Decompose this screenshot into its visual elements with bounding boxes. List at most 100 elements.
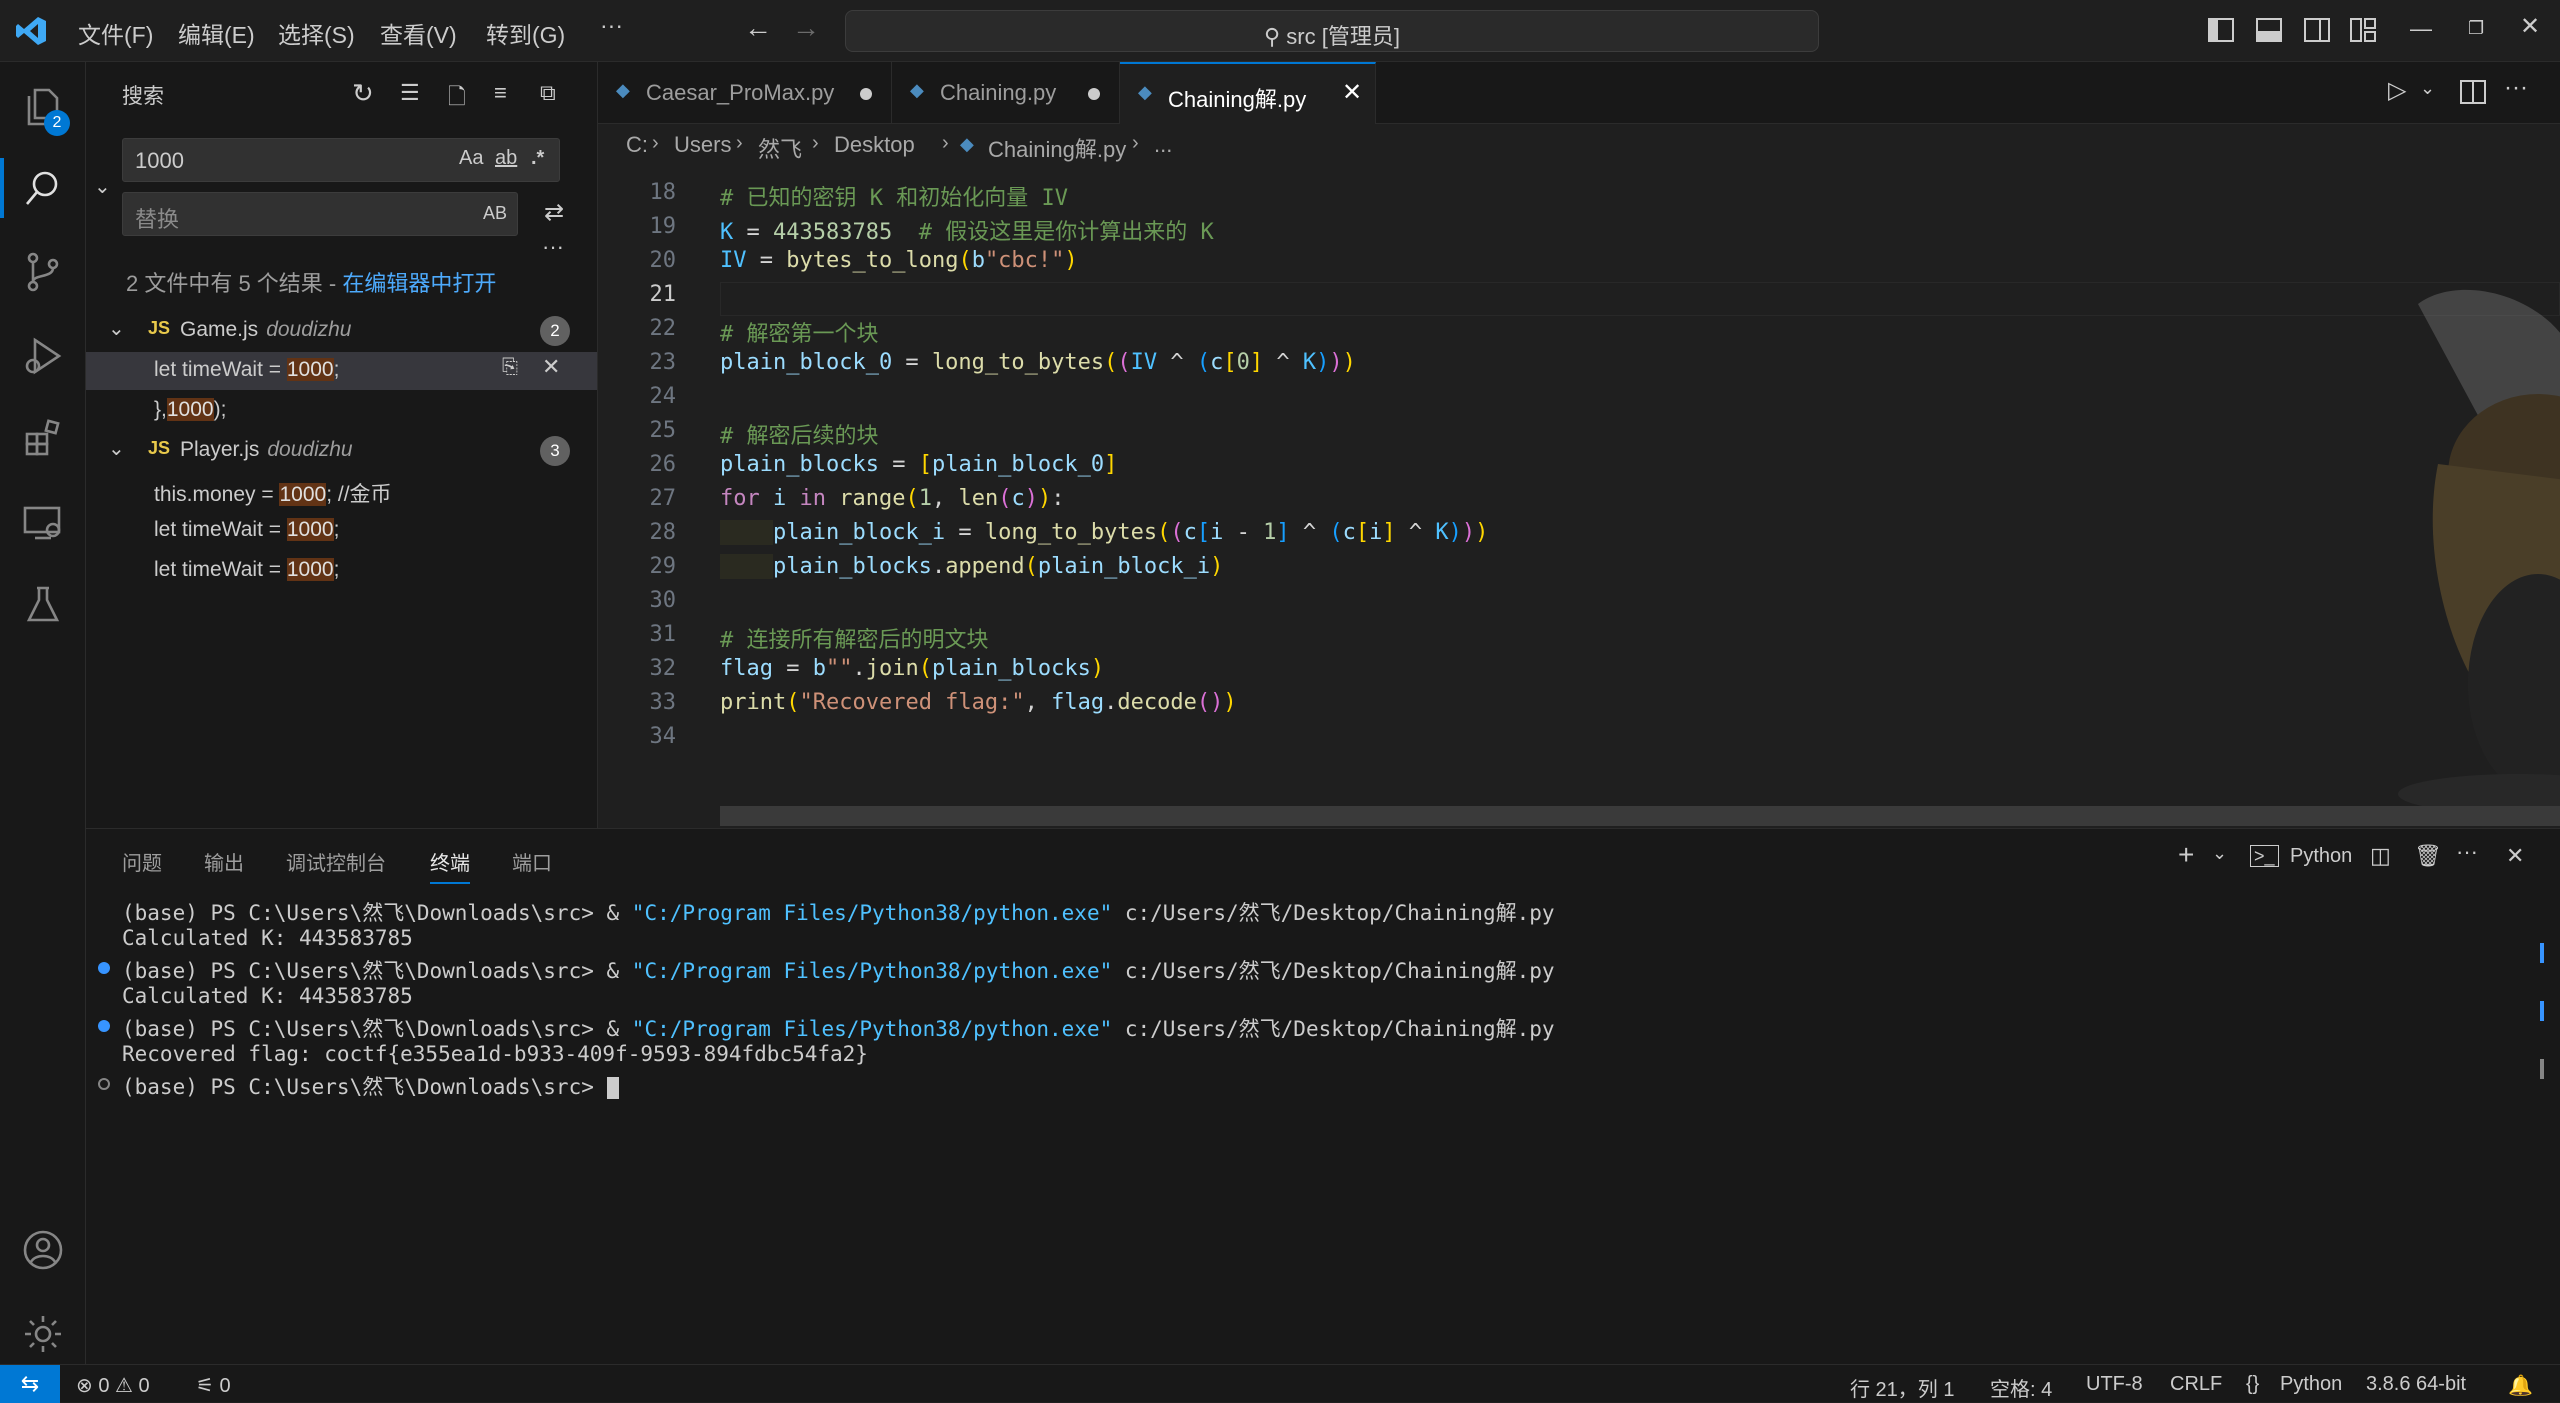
search-view-button[interactable] bbox=[0, 148, 86, 228]
search-input-value: 1000 bbox=[135, 148, 184, 173]
unsaved-dot-icon[interactable] bbox=[1088, 88, 1100, 100]
breadcrumb-item[interactable]: ... bbox=[1154, 132, 1172, 158]
tab-ports[interactable]: 端口 bbox=[512, 847, 552, 876]
toggle-panel-icon[interactable] bbox=[2256, 18, 2282, 42]
match-row[interactable]: let timeWait = 1000; ⎘ ✕ bbox=[86, 352, 597, 390]
view-as-tree-icon[interactable]: ≡ bbox=[494, 80, 507, 106]
search-details-more[interactable]: ··· bbox=[542, 234, 564, 260]
customize-layout-icon[interactable] bbox=[2350, 18, 2376, 42]
explorer-button[interactable]: 2 bbox=[0, 66, 86, 146]
refresh-icon[interactable]: ↻ bbox=[352, 78, 374, 109]
command-success-dot-icon[interactable] bbox=[98, 1020, 110, 1032]
tab-chaining-jie[interactable]: ◆ Chaining解.py ✕ bbox=[1120, 62, 1376, 124]
terminal-line[interactable]: (base) PS C:\Users\然飞\Downloads\src> bbox=[122, 1071, 619, 1101]
problems-status[interactable]: ⊗ 0 ⚠ 0 bbox=[76, 1373, 150, 1398]
extensions-button[interactable] bbox=[0, 398, 86, 478]
testing-button[interactable] bbox=[0, 564, 86, 644]
remote-explorer-button[interactable] bbox=[0, 482, 86, 562]
match-row[interactable]: },1000); bbox=[86, 392, 597, 430]
restore-icon[interactable]: ❐ bbox=[2468, 18, 2484, 39]
run-debug-button[interactable] bbox=[0, 316, 86, 396]
run-dropdown-chevron-icon[interactable]: ⌄ bbox=[2420, 78, 2435, 99]
breadcrumb-item[interactable]: Chaining解.py bbox=[988, 132, 1126, 164]
toggle-replace-chevron-icon[interactable]: ⌄ bbox=[94, 174, 111, 199]
cursor-position[interactable]: 行 21，列 1 bbox=[1850, 1373, 1954, 1402]
collapse-all-icon[interactable]: ⧉ bbox=[540, 80, 556, 106]
replace-all-icon[interactable]: ⇄ bbox=[544, 198, 564, 227]
search-input[interactable]: 1000 Aa ab .* bbox=[122, 138, 560, 182]
result-file-player-js[interactable]: ⌄ JS Player.js doudizhu 3 bbox=[86, 432, 597, 470]
python-interpreter[interactable]: 3.8.6 64-bit bbox=[2366, 1373, 2466, 1396]
ports-status[interactable]: ⚟ 0 bbox=[196, 1373, 231, 1398]
editor-more-actions-icon[interactable]: ··· bbox=[2504, 74, 2528, 102]
menu-file[interactable]: 文件(F) bbox=[78, 16, 153, 50]
toggle-secondary-sidebar-icon[interactable] bbox=[2304, 18, 2330, 42]
replace-input[interactable]: 替换 AB bbox=[122, 192, 518, 236]
tab-output[interactable]: 输出 bbox=[204, 847, 244, 876]
dismiss-match-icon[interactable]: ✕ bbox=[542, 354, 560, 380]
tab-problems[interactable]: 问题 bbox=[122, 847, 162, 876]
minimize-icon[interactable]: — bbox=[2410, 16, 2432, 42]
tab-terminal[interactable]: 终端 bbox=[430, 847, 470, 884]
menu-edit[interactable]: 编辑(E) bbox=[178, 16, 255, 50]
accounts-button[interactable] bbox=[0, 1210, 86, 1290]
terminal-kind-label[interactable]: Python bbox=[2290, 845, 2352, 868]
tab-chaining[interactable]: ◆ Chaining.py bbox=[892, 62, 1120, 124]
code-editor[interactable]: 18 19 20 21 22 23 24 25 26 27 28 29 30 3… bbox=[598, 164, 2560, 828]
menu-selection[interactable]: 选择(S) bbox=[278, 16, 355, 50]
breadcrumb-item[interactable]: C: bbox=[626, 132, 648, 158]
command-success-dot-icon[interactable] bbox=[98, 962, 110, 974]
menu-go[interactable]: 转到(G) bbox=[486, 16, 565, 50]
match-whole-word-toggle[interactable]: ab bbox=[495, 147, 517, 170]
open-in-editor-link[interactable]: 在编辑器中打开 bbox=[342, 271, 496, 296]
new-terminal-icon[interactable]: + bbox=[2178, 839, 2194, 871]
close-window-icon[interactable]: ✕ bbox=[2520, 12, 2540, 41]
breadcrumb-item[interactable]: 然飞 bbox=[758, 132, 802, 164]
forward-arrow-icon[interactable]: → bbox=[792, 12, 820, 44]
match-row[interactable]: let timeWait = 1000; bbox=[86, 512, 597, 550]
menu-view[interactable]: 查看(V) bbox=[380, 16, 457, 50]
menu-more[interactable]: ··· bbox=[600, 12, 623, 39]
breadcrumb-item[interactable]: Desktop bbox=[834, 132, 915, 158]
warning-count: 0 bbox=[138, 1375, 150, 1397]
unsaved-dot-icon[interactable] bbox=[860, 88, 872, 100]
close-panel-icon[interactable]: ✕ bbox=[2506, 843, 2524, 869]
manage-button[interactable] bbox=[0, 1294, 86, 1374]
toggle-primary-sidebar-icon[interactable] bbox=[2208, 18, 2234, 42]
command-pending-dot-icon[interactable] bbox=[98, 1078, 110, 1090]
tab-debug-console[interactable]: 调试控制台 bbox=[286, 847, 386, 876]
indentation-status[interactable]: 空格: 4 bbox=[1990, 1373, 2052, 1402]
back-arrow-icon[interactable]: ← bbox=[744, 12, 772, 44]
match-row[interactable]: this.money = 1000; //金币 bbox=[86, 472, 597, 510]
result-file-game-js[interactable]: ⌄ JS Game.js doudizhu 2 bbox=[86, 312, 597, 350]
match-row[interactable]: let timeWait = 1000; bbox=[86, 552, 597, 590]
split-terminal-icon[interactable]: ◫ bbox=[2370, 843, 2391, 869]
source-control-button[interactable] bbox=[0, 232, 86, 312]
tab-caesar-promax[interactable]: ◆ Caesar_ProMax.py bbox=[598, 62, 892, 124]
kill-terminal-trash-icon[interactable]: 🗑 bbox=[2414, 843, 2442, 869]
notifications-bell-icon[interactable]: 🔔 bbox=[2508, 1373, 2533, 1398]
match-case-toggle[interactable]: Aa bbox=[459, 147, 483, 170]
split-editor-icon[interactable] bbox=[2460, 80, 2486, 104]
close-tab-icon[interactable]: ✕ bbox=[1342, 78, 1362, 107]
breadcrumb-item[interactable]: Users bbox=[674, 132, 731, 158]
match-highlight: 1000 bbox=[286, 558, 334, 581]
clear-results-icon[interactable]: ☰ bbox=[400, 80, 420, 106]
current-line-highlight bbox=[720, 282, 2560, 316]
command-center-search[interactable]: ⚲ src [管理员] bbox=[845, 10, 1819, 52]
panel-more-actions-icon[interactable]: ··· bbox=[2456, 839, 2478, 865]
match-highlight: 1000 bbox=[166, 398, 214, 421]
use-regex-toggle[interactable]: .* bbox=[531, 147, 544, 170]
preserve-case-toggle[interactable]: AB bbox=[483, 203, 507, 224]
terminal-dropdown-chevron-icon[interactable]: ⌄ bbox=[2212, 843, 2227, 864]
remote-indicator-icon[interactable]: ⇆ bbox=[0, 1365, 60, 1403]
eol-status[interactable]: CRLF bbox=[2170, 1373, 2222, 1396]
language-mode[interactable]: Python bbox=[2280, 1373, 2342, 1396]
new-search-editor-icon[interactable]: 🗋 bbox=[448, 80, 466, 118]
error-count: 0 bbox=[98, 1375, 110, 1397]
horizontal-scrollbar[interactable] bbox=[720, 806, 2560, 826]
run-python-file-icon[interactable]: ▷ bbox=[2388, 76, 2406, 105]
replace-match-icon[interactable]: ⎘ bbox=[502, 356, 518, 379]
language-status-icon[interactable]: {} bbox=[2246, 1373, 2259, 1396]
encoding-status[interactable]: UTF-8 bbox=[2086, 1373, 2143, 1396]
